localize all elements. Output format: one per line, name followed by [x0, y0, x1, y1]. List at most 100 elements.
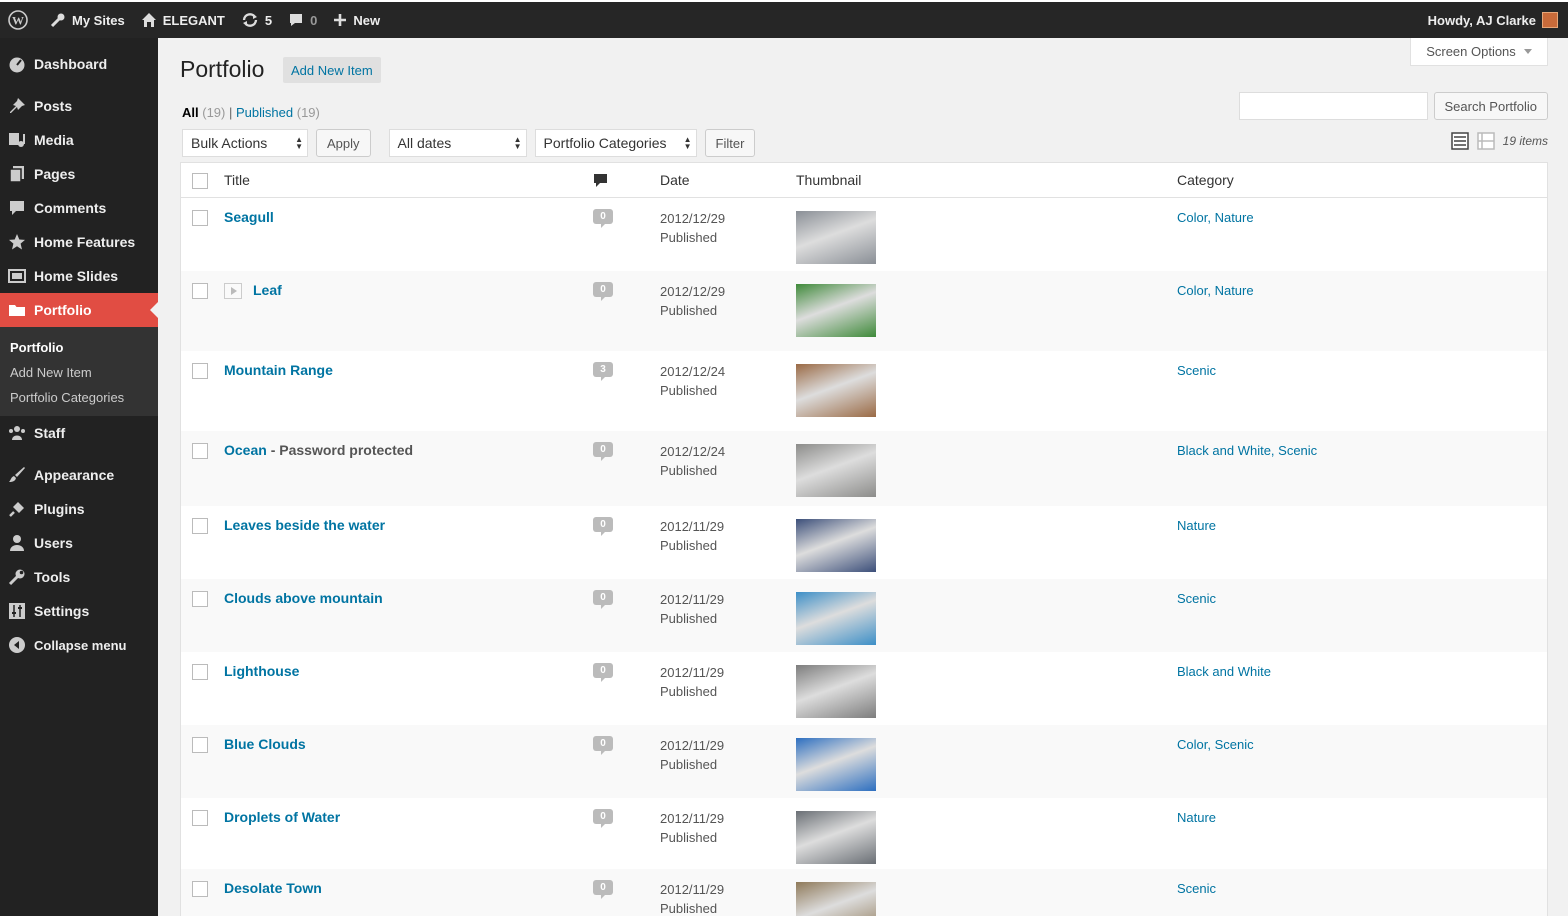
collapse-menu[interactable]: Collapse menu [0, 628, 158, 662]
menu-comments[interactable]: Comments [0, 191, 158, 225]
menu-plugins[interactable]: Plugins [0, 492, 158, 526]
row-category[interactable]: Color, Nature [1177, 210, 1254, 225]
filter-all[interactable]: All [182, 105, 199, 120]
updates-menu[interactable]: 5 [233, 2, 280, 38]
menu-label: Users [34, 535, 73, 551]
row-category[interactable]: Nature [1177, 518, 1216, 533]
row-title-link[interactable]: Lighthouse [224, 663, 299, 679]
comment-count-bubble[interactable]: 0 [593, 663, 613, 682]
my-sites-menu[interactable]: My Sites [42, 2, 133, 38]
my-account-menu[interactable]: Howdy, AJ Clarke [1428, 12, 1568, 28]
row-checkbox[interactable] [192, 737, 208, 753]
row-checkbox[interactable] [192, 664, 208, 680]
menu-pages[interactable]: Pages [0, 157, 158, 191]
row-category[interactable]: Black and White [1177, 664, 1271, 679]
row-title-link[interactable]: Seagull [224, 209, 274, 225]
comment-count: 0 [593, 663, 613, 682]
submenu-add-new-item[interactable]: Add New Item [0, 360, 158, 385]
row-title-link[interactable]: Leaves beside the water [224, 517, 385, 533]
excerpt-view-icon[interactable] [1476, 132, 1495, 150]
comment-count-bubble[interactable]: 0 [593, 590, 613, 609]
row-title-link[interactable]: Leaf [253, 282, 282, 298]
comment-count-bubble[interactable]: 0 [593, 517, 613, 536]
header-title[interactable]: Title [224, 172, 250, 188]
header-thumbnail: Thumbnail [796, 172, 862, 188]
row-title-link[interactable]: Clouds above mountain [224, 590, 383, 606]
row-category[interactable]: Color, Nature [1177, 283, 1254, 298]
comments-menu[interactable]: 0 [280, 2, 325, 38]
date-filter-select[interactable]: All dates ▲ ▼ [388, 129, 527, 157]
bulk-actions-select[interactable]: Bulk Actions ▲ ▼ [182, 129, 308, 157]
site-name-menu[interactable]: ELEGANT [133, 2, 233, 38]
category-filter-select[interactable]: Portfolio Categories ▲ ▼ [534, 129, 697, 157]
row-date: 2012/12/24 [660, 444, 726, 459]
add-new-item-button[interactable]: Add New Item [283, 57, 381, 83]
row-title-link[interactable]: Mountain Range [224, 362, 333, 378]
filter-published[interactable]: Published [236, 105, 293, 120]
menu-staff[interactable]: Staff [0, 416, 158, 450]
row-checkbox[interactable] [192, 283, 208, 299]
menu-dashboard[interactable]: Dashboard [0, 47, 158, 81]
row-checkbox[interactable] [192, 443, 208, 459]
header-category: Category [1177, 172, 1234, 188]
row-title-link[interactable]: Desolate Town [224, 880, 322, 896]
row-title-link[interactable]: Ocean [224, 442, 267, 458]
screen-options-button[interactable]: Screen Options [1410, 38, 1548, 66]
comment-count-bubble[interactable]: 0 [593, 809, 613, 828]
menu-users[interactable]: Users [0, 526, 158, 560]
select-all-checkbox[interactable] [192, 173, 208, 189]
menu-label: Collapse menu [34, 637, 127, 653]
row-checkbox[interactable] [192, 518, 208, 534]
row-category[interactable]: Scenic [1177, 363, 1216, 378]
row-checkbox[interactable] [192, 210, 208, 226]
submenu-portfolio[interactable]: Portfolio [0, 335, 158, 360]
row-title-link[interactable]: Droplets of Water [224, 809, 340, 825]
comment-icon [8, 199, 26, 217]
search-portfolio-button[interactable]: Search Portfolio [1433, 92, 1548, 120]
menu-portfolio[interactable]: Portfolio [0, 293, 158, 327]
row-checkbox[interactable] [192, 363, 208, 379]
menu-media[interactable]: Media [0, 123, 158, 157]
admin-menu: Dashboard Posts Media Pages Comments Hom… [0, 38, 158, 916]
comment-count-bubble[interactable]: 0 [593, 880, 613, 899]
new-content-menu[interactable]: New [325, 2, 388, 38]
comment-count-bubble[interactable]: 0 [593, 282, 613, 301]
row-title-link[interactable]: Blue Clouds [224, 736, 306, 752]
users-group-icon [8, 424, 26, 442]
filter-button[interactable]: Filter [704, 129, 756, 157]
menu-home-features[interactable]: Home Features [0, 225, 158, 259]
row-category[interactable]: Color, Scenic [1177, 737, 1254, 752]
row-title-cell: Lighthouse [224, 663, 299, 679]
menu-label: Media [34, 132, 74, 148]
comment-count-bubble[interactable]: 0 [593, 209, 613, 228]
row-category[interactable]: Black and White, Scenic [1177, 443, 1317, 458]
row-checkbox[interactable] [192, 591, 208, 607]
row-date-cell: 2012/12/29 Published [660, 282, 725, 320]
row-category[interactable]: Scenic [1177, 591, 1216, 606]
list-view-icon[interactable] [1450, 132, 1469, 150]
submenu-portfolio-categories[interactable]: Portfolio Categories [0, 385, 158, 410]
comment-count-bubble[interactable]: 3 [593, 362, 613, 381]
comment-count-bubble[interactable]: 0 [593, 442, 613, 461]
menu-home-slides[interactable]: Home Slides [0, 259, 158, 293]
row-checkbox[interactable] [192, 810, 208, 826]
comment-count: 0 [593, 282, 613, 301]
row-category[interactable]: Nature [1177, 810, 1216, 825]
comment-count-bubble[interactable]: 0 [593, 736, 613, 755]
comment-header-icon [593, 173, 609, 192]
menu-posts[interactable]: Posts [0, 89, 158, 123]
menu-label: Comments [34, 200, 107, 216]
menu-settings[interactable]: Settings [0, 594, 158, 628]
wordpress-logo-icon[interactable]: W [0, 2, 42, 38]
row-title-cell: Leaf [253, 282, 282, 298]
header-date[interactable]: Date [660, 172, 690, 188]
row-status: Published [660, 230, 718, 245]
row-checkbox[interactable] [192, 881, 208, 897]
search-input[interactable] [1238, 92, 1428, 120]
row-thumbnail [796, 811, 876, 864]
apply-button[interactable]: Apply [316, 129, 371, 157]
menu-tools[interactable]: Tools [0, 560, 158, 594]
menu-appearance[interactable]: Appearance [0, 458, 158, 492]
settings-icon [8, 602, 26, 620]
row-category[interactable]: Scenic [1177, 881, 1216, 896]
